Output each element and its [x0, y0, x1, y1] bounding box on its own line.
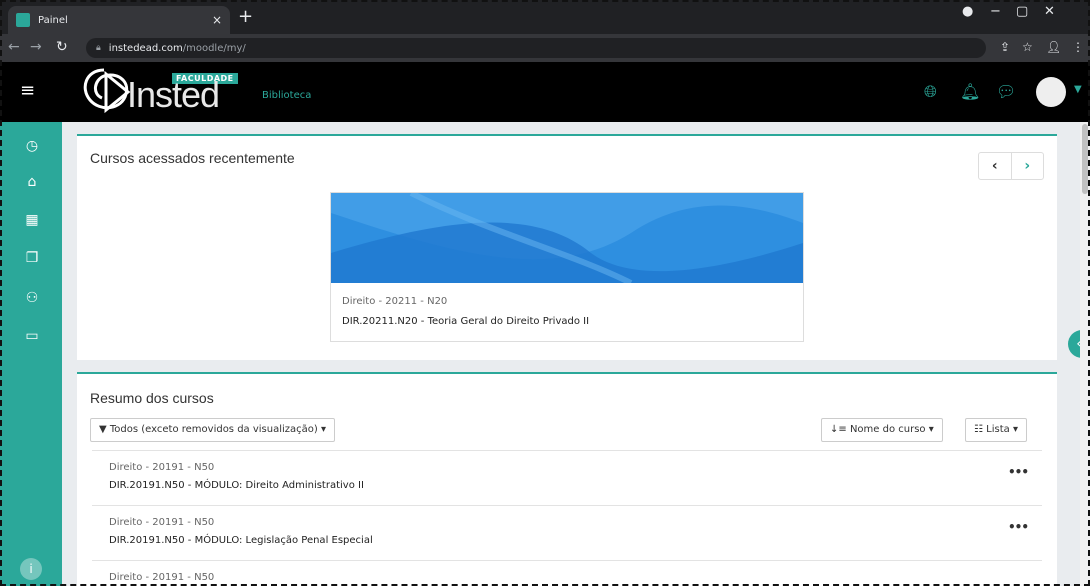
item-name[interactable]: DIR.20191.N50 - MÓDULO: Legislação Penal… [109, 535, 373, 546]
recent-course-card[interactable]: Direito - 20211 - N20 DIR.20211.N20 - Te… [330, 192, 804, 342]
info-icon[interactable]: i [20, 558, 42, 580]
address-bar: ← → ↻ 🔒︎ instedead.com /moodle/my/ ⇪ ☆ 👤… [0, 34, 1090, 62]
logo-text: Insted [127, 74, 220, 115]
forward-icon[interactable]: → [30, 39, 42, 55]
browser-tab[interactable]: Painel × [8, 6, 230, 34]
chevron-down-icon: ▾ [1009, 424, 1018, 435]
chevron-down-icon: ▾ [317, 424, 327, 435]
hamburger-icon[interactable]: ≡ [20, 80, 35, 101]
menu-dots-icon[interactable]: ⋮ [1072, 40, 1084, 54]
url-host: instedead.com [108, 42, 183, 54]
omnibox[interactable]: 🔒︎ instedead.com /moodle/my/ [86, 38, 986, 58]
item-category: Direito - 20191 - N50 [109, 517, 215, 528]
list-item[interactable]: Direito - 20191 - N50 DIR.20191.N50 - MÓ… [92, 450, 1042, 505]
filter-icon: ▼ [99, 424, 110, 435]
chevron-down-icon: ▾ [925, 424, 934, 435]
item-category: Direito - 20191 - N50 [109, 572, 215, 583]
browser-tab-strip: Painel × + ● − ▢ ✕ [0, 0, 1090, 34]
bell-icon[interactable]: 🔔︎ [960, 82, 980, 101]
logo-swirl-icon [83, 68, 131, 114]
list-icon: ☷ [974, 424, 987, 435]
recent-courses-title: Cursos acessados recentemente [90, 150, 295, 166]
view-dropdown[interactable]: ☷ Lista ▾ [965, 418, 1027, 442]
carousel-next-button[interactable]: › [1010, 153, 1044, 179]
folder-icon[interactable]: ▭ [24, 328, 40, 344]
filter-label: Todos (exceto removidos da visualização) [109, 424, 318, 435]
carousel-pager: ‹ › [978, 152, 1044, 180]
chat-icon[interactable]: 💬︎ [996, 82, 1016, 101]
sort-icon: ↓≡ [830, 424, 850, 435]
tab-title: Painel [38, 14, 68, 26]
url-path: /moodle/my/ [182, 42, 246, 54]
minimize-icon[interactable]: − [990, 4, 1001, 19]
account-icon[interactable]: 👤︎ [1046, 40, 1061, 54]
chevron-down-icon[interactable]: ▼ [1074, 84, 1082, 95]
list-item[interactable]: Direito - 20191 - N50 DIR.20191.N50 - MÓ… [92, 505, 1042, 560]
home-icon[interactable]: ⌂ [24, 174, 40, 190]
lock-icon: 🔒︎ [96, 43, 101, 53]
restore-icon[interactable]: ▢ [1016, 4, 1028, 19]
course-overview-title: Resumo dos cursos [90, 390, 214, 406]
files-icon[interactable]: ❐ [24, 250, 40, 266]
view-label: Lista [986, 424, 1010, 435]
main-content: Cursos acessados recentemente ‹ › Direit… [62, 122, 1090, 586]
course-overview-card: Resumo dos cursos ▼ Todos (exceto removi… [77, 372, 1057, 586]
carousel-prev-button[interactable]: ‹ [979, 153, 1011, 179]
scrollbar-thumb[interactable] [1082, 124, 1088, 194]
courses-icon[interactable]: ⚇ [24, 290, 40, 306]
star-icon[interactable]: ☆ [1022, 40, 1033, 54]
new-tab-button[interactable]: + [238, 6, 253, 28]
globe-icon[interactable]: 🌐︎ [924, 82, 937, 102]
site-header: ≡ FACULDADE Insted Biblioteca 🌐︎ 🔔︎ 💬︎ ▼ [0, 62, 1090, 122]
course-banner-image [331, 193, 803, 283]
course-category: Direito - 20211 - N20 [342, 296, 448, 307]
calendar-icon[interactable]: ▦ [24, 212, 40, 228]
filter-dropdown[interactable]: ▼ Todos (exceto removidos da visualizaçã… [90, 418, 336, 442]
item-menu-button[interactable]: ••• [1008, 520, 1029, 534]
recent-courses-card: Cursos acessados recentemente ‹ › Direit… [77, 134, 1057, 360]
item-category: Direito - 20191 - N50 [109, 462, 215, 473]
close-window-icon[interactable]: ✕ [1044, 4, 1055, 19]
sort-dropdown[interactable]: ↓≡ Nome do curso ▾ [821, 418, 943, 442]
sort-label: Nome do curso [849, 424, 926, 435]
course-name[interactable]: DIR.20211.N20 - Teoria Geral do Direito … [342, 316, 589, 327]
nav-link-biblioteca[interactable]: Biblioteca [262, 90, 311, 101]
item-name[interactable]: DIR.20191.N50 - MÓDULO: Direito Administ… [109, 480, 364, 491]
list-item[interactable]: Direito - 20191 - N50 [92, 560, 1042, 586]
share-icon[interactable]: ⇪ [1000, 40, 1010, 54]
favicon-icon [16, 13, 30, 27]
reload-icon[interactable]: ↻ [56, 39, 68, 55]
sidebar: ◷ ⌂ ▦ ❐ ⚇ ▭ i [0, 122, 62, 586]
avatar[interactable] [1036, 77, 1066, 107]
back-icon[interactable]: ← [8, 39, 20, 55]
dashboard-icon[interactable]: ◷ [24, 138, 40, 154]
item-menu-button[interactable]: ••• [1008, 465, 1029, 479]
profile-dot-icon[interactable]: ● [962, 4, 973, 19]
tab-close-button[interactable]: × [212, 13, 222, 27]
